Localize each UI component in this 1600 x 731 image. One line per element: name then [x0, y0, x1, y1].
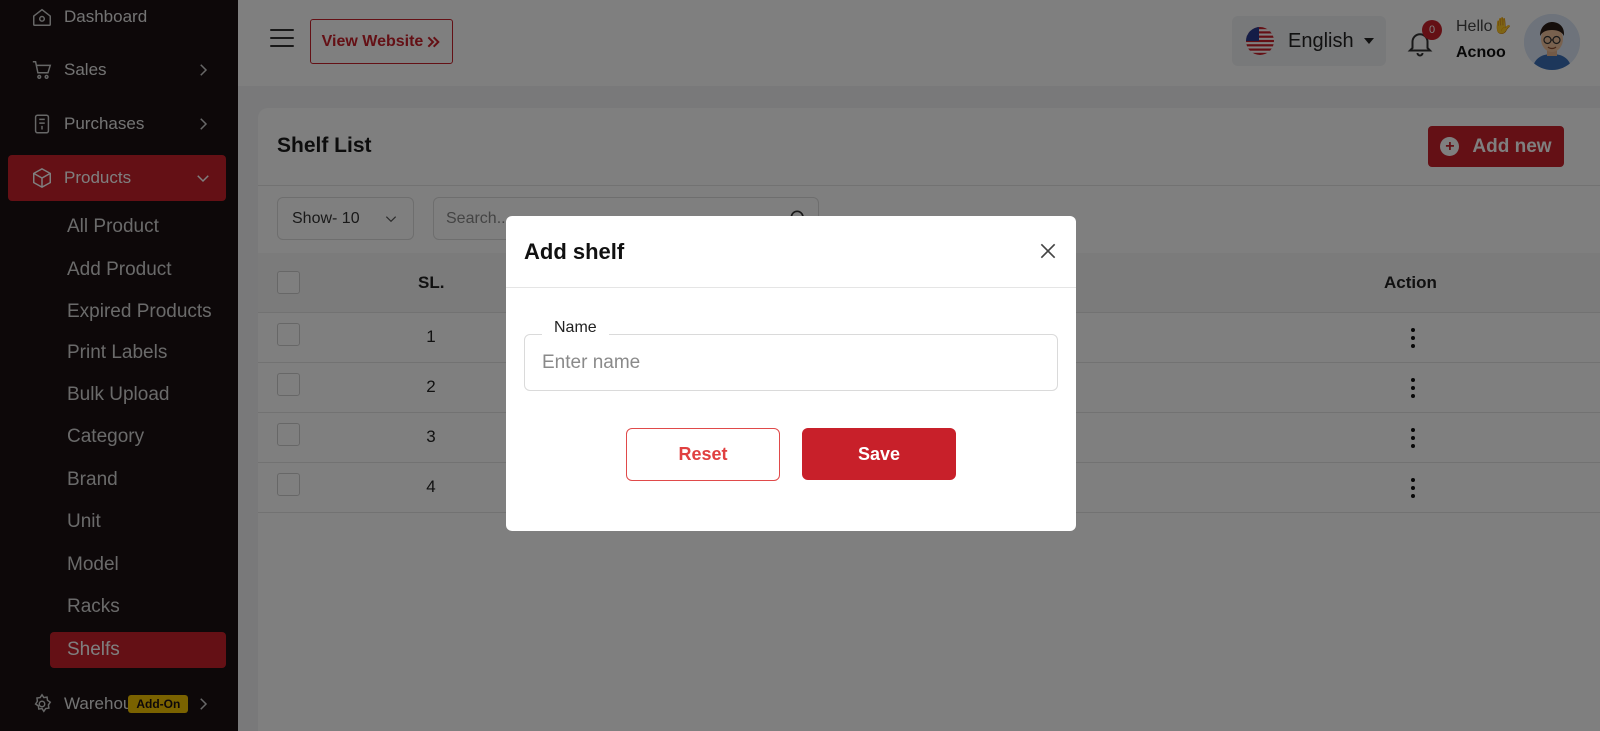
- modal-title: Add shelf: [524, 239, 625, 264]
- name-label: Name: [542, 319, 609, 337]
- name-field[interactable]: [524, 334, 1058, 391]
- add-shelf-modal: Add shelf Name Reset Save: [506, 216, 1076, 531]
- divider: [506, 287, 1076, 288]
- save-button[interactable]: Save: [802, 428, 956, 480]
- close-icon[interactable]: [1038, 241, 1058, 261]
- reset-button[interactable]: Reset: [626, 428, 780, 481]
- name-input[interactable]: [525, 335, 1057, 390]
